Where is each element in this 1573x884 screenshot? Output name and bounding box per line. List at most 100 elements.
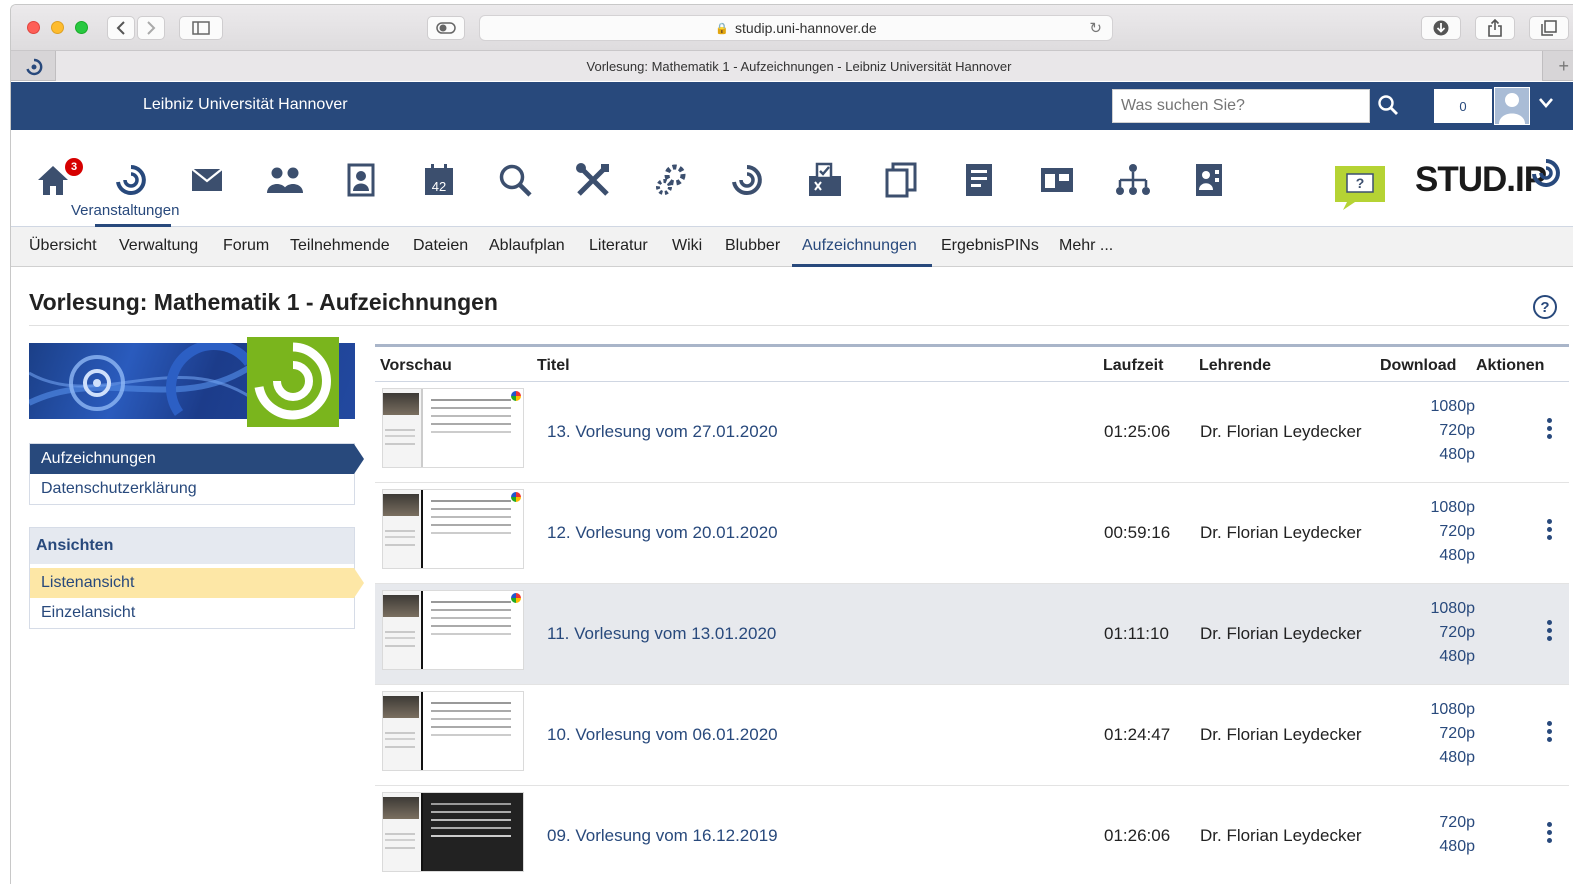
video-preview[interactable] — [382, 590, 524, 670]
nav-evaluations[interactable] — [805, 160, 845, 200]
download-480p-link[interactable]: 480p — [1439, 749, 1475, 767]
help-bubble-button[interactable]: ? — [1333, 164, 1387, 215]
tab-teilnehmende[interactable]: Teilnehmende — [290, 237, 390, 255]
back-button[interactable] — [107, 16, 135, 40]
download-480p-link[interactable]: 480p — [1439, 547, 1475, 565]
download-720p-link[interactable]: 720p — [1439, 814, 1475, 832]
download-1080p-link[interactable]: 1080p — [1431, 499, 1476, 517]
chevron-down-icon[interactable] — [1538, 97, 1554, 109]
minimize-window-button[interactable] — [51, 21, 64, 34]
recording-teacher: Dr. Florian Leydecker — [1200, 826, 1362, 845]
video-preview[interactable] — [382, 691, 524, 771]
download-480p-link[interactable]: 480p — [1439, 446, 1475, 464]
nav-directory[interactable] — [1189, 160, 1229, 200]
hierarchy-icon — [1116, 164, 1150, 195]
nav-messages[interactable] — [187, 160, 227, 200]
sidebar-item-einzelansicht[interactable]: Einzelansicht — [30, 598, 354, 628]
downloads-button[interactable] — [1421, 16, 1461, 40]
tab-ergebnispins[interactable]: ErgebnisPINs — [941, 237, 1039, 255]
nav-content[interactable] — [959, 160, 999, 200]
more-actions-icon[interactable] — [1545, 519, 1553, 540]
tab-aufzeichnungen[interactable]: Aufzeichnungen — [802, 237, 917, 255]
download-1080p-link[interactable]: 1080p — [1431, 398, 1476, 416]
download-720p-link[interactable]: 720p — [1439, 624, 1475, 642]
recording-title-link[interactable]: 11. Vorlesung vom 13.01.2020 — [547, 624, 776, 644]
nav-community[interactable] — [265, 160, 305, 200]
download-1080p-link[interactable]: 1080p — [1431, 701, 1476, 719]
more-actions-icon[interactable] — [1545, 620, 1553, 641]
download-1080p-link[interactable]: 1080p — [1431, 600, 1476, 618]
studip-logo[interactable]: STUD.IP — [1415, 160, 1547, 200]
nav-resources[interactable] — [1037, 160, 1077, 200]
search-input[interactable] — [1112, 89, 1370, 123]
tab-blubber[interactable]: Blubber — [725, 237, 780, 255]
download-480p-link[interactable]: 480p — [1439, 838, 1475, 856]
video-preview[interactable] — [382, 388, 524, 468]
download-480p-link[interactable]: 480p — [1439, 648, 1475, 666]
chevron-right-icon — [147, 21, 156, 35]
recording-title-link[interactable]: 12. Vorlesung vom 20.01.2020 — [547, 523, 778, 543]
video-preview[interactable] — [382, 489, 524, 569]
tab-ablaufplan[interactable]: Ablaufplan — [489, 237, 565, 255]
more-actions-icon[interactable] — [1545, 721, 1553, 742]
header-lehrende: Lehrende — [1199, 357, 1272, 374]
nav-search[interactable] — [495, 160, 535, 200]
nav-documents[interactable] — [881, 160, 921, 200]
url-text: studip.uni-hannover.de — [735, 20, 877, 36]
recording-title-link[interactable]: 09. Vorlesung vom 16.12.2019 — [547, 826, 778, 846]
recording-title-link[interactable]: 10. Vorlesung vom 06.01.2020 — [547, 725, 778, 745]
header-vorschau: Vorschau — [380, 357, 452, 374]
header-aktionen: Aktionen — [1476, 357, 1545, 374]
recording-duration: 01:26:06 — [1104, 826, 1171, 845]
nav-admin[interactable] — [651, 160, 691, 200]
sidebar-toggle-button[interactable] — [179, 16, 223, 40]
video-preview[interactable] — [382, 792, 524, 872]
svg-text:42: 42 — [432, 179, 446, 194]
studip-icon — [732, 165, 762, 195]
header-laufzeit: Laufzeit — [1103, 357, 1164, 374]
nav-structure[interactable] — [1113, 160, 1153, 200]
download-720p-link[interactable]: 720p — [1439, 422, 1475, 440]
sidebar-icon — [192, 21, 210, 35]
reload-icon[interactable]: ↻ — [1089, 19, 1102, 37]
address-bar[interactable]: 🔒 studip.uni-hannover.de ↻ — [479, 15, 1113, 41]
page-title: Vorlesung: Mathematik 1 - Aufzeichnungen — [29, 289, 498, 315]
avatar[interactable] — [1494, 87, 1530, 125]
more-actions-icon[interactable] — [1545, 418, 1553, 439]
search-icon[interactable] — [1377, 94, 1399, 116]
download-720p-link[interactable]: 720p — [1439, 725, 1475, 743]
sidebar-item-datenschutz[interactable]: Datenschutzerklärung — [30, 474, 354, 504]
nav-profile[interactable] — [341, 160, 381, 200]
share-button[interactable] — [1475, 16, 1515, 40]
zoom-window-button[interactable] — [75, 21, 88, 34]
tab-wiki[interactable]: Wiki — [672, 237, 702, 255]
close-window-button[interactable] — [27, 21, 40, 34]
sidebar-item-listenansicht[interactable]: Listenansicht — [30, 568, 364, 598]
university-name[interactable]: Leibniz Universität Hannover — [143, 96, 348, 114]
course-tabs: Übersicht Verwaltung Forum Teilnehmende … — [11, 227, 1573, 267]
nav-tools[interactable] — [573, 160, 613, 200]
sidebar-item-aufzeichnungen[interactable]: Aufzeichnungen — [30, 444, 364, 474]
tab-dateien[interactable]: Dateien — [413, 237, 468, 255]
download-720p-link[interactable]: 720p — [1439, 523, 1475, 541]
nav-schedule[interactable]: 42 — [419, 160, 459, 200]
tab-verwaltung[interactable]: Verwaltung — [119, 237, 198, 255]
tabs-overview-button[interactable] — [1529, 16, 1569, 40]
tab-literatur[interactable]: Literatur — [589, 237, 648, 255]
forward-button[interactable] — [137, 16, 165, 40]
recording-title-link[interactable]: 13. Vorlesung vom 27.01.2020 — [547, 422, 778, 442]
addressbook-icon — [1196, 164, 1222, 196]
tab-mehr[interactable]: Mehr ... — [1059, 237, 1113, 255]
nav-active-label[interactable]: Veranstaltungen — [71, 202, 179, 219]
tab-forum[interactable]: Forum — [223, 237, 269, 255]
tab-uebersicht[interactable]: Übersicht — [29, 237, 97, 255]
notification-counter[interactable]: 0 — [1434, 89, 1492, 123]
nav-veranstaltungen[interactable] — [111, 160, 151, 200]
more-actions-icon[interactable] — [1545, 822, 1553, 843]
recording-duration: 01:24:47 — [1104, 725, 1171, 744]
help-icon[interactable]: ? — [1533, 295, 1557, 319]
new-tab-icon[interactable]: + — [1558, 56, 1569, 77]
reader-toggle-button[interactable] — [427, 16, 465, 40]
nav-studip[interactable] — [727, 160, 767, 200]
browser-tab[interactable]: Vorlesung: Mathematik 1 - Aufzeichnungen… — [55, 51, 1543, 81]
